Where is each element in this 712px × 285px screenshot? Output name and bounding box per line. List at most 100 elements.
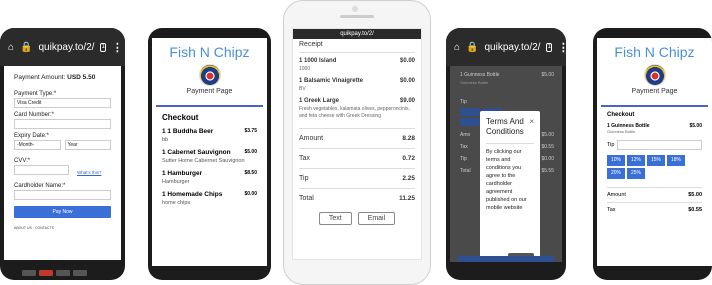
item-desc: Sutter Home Cabernet Sauvignon [162, 158, 245, 165]
item-price: $5.00 [541, 72, 554, 78]
item-price: $0.00 [399, 78, 415, 84]
mastercard-logo-icon [39, 270, 53, 276]
tip-buttons: 10% 12% 15% 18% 20% 25% [607, 155, 702, 179]
expiry-month-select[interactable]: -Month- [14, 140, 61, 150]
item-name: 1 Greek Large [299, 98, 340, 104]
url-text[interactable]: quikpay.to/2/ [301, 31, 413, 37]
email-button[interactable]: Email [357, 212, 396, 225]
item-name: 1 Balsamic Vinaigrette [299, 78, 363, 84]
item-desc: home chips [162, 200, 191, 207]
summary-value: $0.00 [541, 156, 554, 162]
item-price: $5.00 [689, 123, 702, 129]
summary-value: $5.00 [688, 192, 702, 198]
browser-bar: ⌂ 🔒 quikpay.to/2/ 1 ⋮ [446, 28, 566, 66]
checkout-card: Checkout 1 1 Buddha Beer $3.75 bb 1 Caber… [156, 105, 263, 219]
modal-text: By clicking our terms and conditions you… [486, 148, 527, 211]
phone-tip-select: Fish N Chipz Payment Page Checkout 1 Gui… [593, 28, 712, 280]
summary-row: Amount $5.00 [607, 187, 702, 202]
item-price: $0.00 [399, 58, 415, 64]
camera-icon [352, 6, 358, 12]
lock-icon: 🔒 [20, 41, 33, 53]
checkout-title: Checkout [607, 112, 635, 118]
card-number-input[interactable] [14, 119, 111, 129]
tip-20-button[interactable]: 20% [607, 168, 625, 179]
lock-icon: 🔒 [466, 41, 479, 53]
terms-modal: Terms And Conditions × By clicking our t… [480, 111, 540, 262]
receipt: Receipt 1 1000 Island $0.00 1000 1 Balsam… [293, 39, 421, 227]
home-icon[interactable]: ⌂ [454, 42, 460, 53]
item-desc: 1000 [299, 66, 311, 72]
browser-bar: quikpay.to/2/ [293, 29, 421, 39]
summary-label: Amount [299, 135, 324, 142]
menu-icon[interactable]: ⋮ [112, 41, 123, 54]
list-item: 1 Greek Large $9.00 Fresh vegetables, kal… [299, 98, 415, 120]
footer-links[interactable]: ABOUT US · CONTACTS [14, 226, 111, 230]
list-item: 1 1 Buddha Beer $3.75 bb [162, 128, 257, 144]
cardholder-input[interactable] [14, 190, 111, 200]
summary-row: Tip 2.25 [299, 168, 415, 188]
amex-logo-icon [56, 270, 70, 276]
whats-this-link[interactable]: What's this? [77, 170, 101, 175]
cvv-label: CVV:* [14, 158, 31, 164]
page-subtitle: Payment Page [631, 88, 678, 95]
tip-input[interactable] [617, 140, 702, 150]
expiry-label: Expiry Date:* [14, 133, 50, 139]
item-name: 1 Cabernet Sauvignon [162, 149, 231, 157]
home-icon[interactable]: ⌂ [8, 42, 14, 53]
item-name: 1 Homemade Chips [162, 191, 223, 199]
card-number-label: Card Number:* [14, 112, 55, 118]
tip-15-button[interactable]: 15% [647, 155, 665, 166]
tip-label: Tip [460, 99, 467, 105]
expiry-year-select[interactable]: Year [64, 140, 111, 150]
summary-label: Tip [299, 175, 309, 182]
receipt-title: Receipt [299, 41, 323, 48]
item-price: $5.00 [244, 149, 257, 156]
summary-value: $5.00 [541, 132, 554, 138]
item-desc: bb [162, 137, 169, 143]
tip-label: Tip [607, 142, 615, 148]
summary-row: Total 11.25 [299, 188, 415, 208]
card-logos [22, 270, 87, 276]
item-desc: Guinness Bottle [460, 80, 489, 85]
checkout-screen: Fish N Chipz Payment Page Checkout 1 1 B… [152, 38, 267, 266]
payment-type-label: Payment Type:* [14, 91, 57, 97]
summary-label: Tax [299, 155, 310, 162]
summary-value: $0.55 [541, 144, 554, 150]
summary-value: 11.25 [399, 195, 415, 202]
visa-logo-icon [22, 270, 36, 276]
summary-label: Tax [460, 144, 468, 150]
item-desc: BV [299, 86, 306, 92]
tip-screen: Fish N Chipz Payment Page Checkout 1 Gui… [597, 38, 712, 266]
url-text[interactable]: quikpay.to/2/ [39, 42, 95, 53]
phone-receipt: quikpay.to/2/ Receipt 1 1000 Island $0.00… [283, 0, 431, 285]
text-button[interactable]: Text [318, 212, 352, 225]
tabs-icon[interactable]: 1 [100, 42, 106, 52]
tip-18-button[interactable]: 18% [667, 155, 685, 166]
close-icon[interactable]: × [529, 117, 534, 138]
payment-type-select[interactable]: Visa Credit [14, 98, 111, 108]
pay-now-button[interactable]: Pay Now [14, 206, 111, 218]
speaker-icon [340, 15, 374, 18]
phone-terms-modal: ⌂ 🔒 quikpay.to/2/ 1 ⋮ 1 Guinness Bottle $… [446, 28, 566, 280]
amount-value: USD 5.50 [67, 74, 96, 81]
brand-title: Fish N Chipz [169, 44, 250, 60]
item-name: 1 1000 Island [299, 58, 337, 64]
phone-payment-form: ⌂ 🔒 quikpay.to/2/ 1 ⋮ Payment Amount: US… [0, 28, 125, 280]
tip-10-button[interactable]: 10% [607, 155, 625, 166]
item-desc: Hamburger [162, 179, 190, 186]
brand-title: Fish N Chipz [614, 44, 695, 60]
summary-value: $0.55 [688, 207, 702, 213]
tip-25-button[interactable]: 25% [627, 168, 645, 179]
tip-12-button[interactable]: 12% [627, 155, 645, 166]
menu-icon[interactable]: ⋮ [558, 41, 566, 54]
cvv-input[interactable] [14, 165, 69, 175]
summary-label: Total [299, 195, 314, 202]
summary-value: 8.28 [402, 135, 415, 142]
list-item: 1 1000 Island $0.00 1000 [299, 58, 415, 73]
dimmed-screen: 1 Guinness Bottle $5.00 Guinness Bottle T… [450, 66, 562, 262]
receipt-screen: quikpay.to/2/ Receipt 1 1000 Island $0.00… [292, 28, 422, 260]
summary-row: Amount 8.28 [299, 128, 415, 148]
flag-logo-icon [198, 64, 221, 86]
url-text[interactable]: quikpay.to/2/ [485, 42, 541, 53]
tabs-icon[interactable]: 1 [546, 42, 552, 52]
